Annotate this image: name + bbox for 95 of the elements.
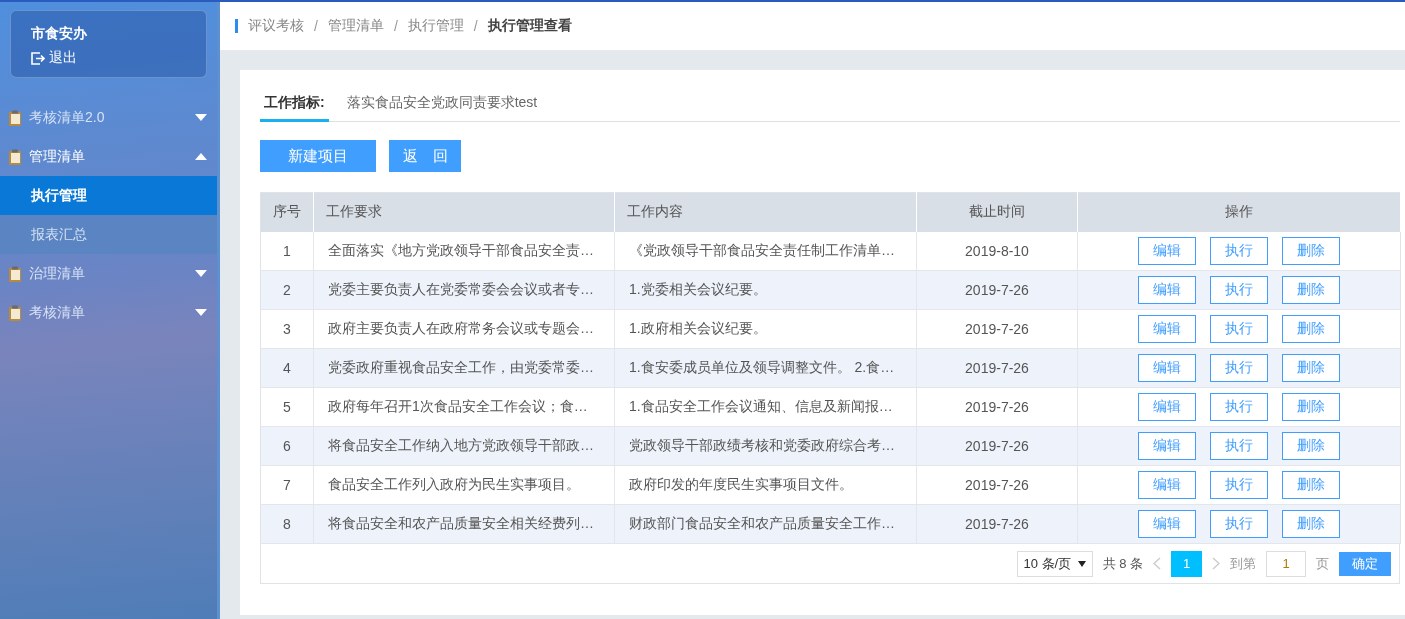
action-button[interactable]: 删除 [1282,354,1340,382]
clipboard-icon [8,265,23,282]
clipboard-icon [8,148,23,165]
table-cell: 《党政领导干部食品安全责任制工作清单… [614,231,917,271]
table-cell: 财政部门食品安全和农产品质量安全工作… [614,504,917,544]
new-project-button[interactable]: 新建项目 [260,140,376,172]
submenu-item[interactable]: 报表汇总 [0,215,217,254]
action-button[interactable]: 编辑 [1138,510,1196,538]
action-button[interactable]: 删除 [1282,432,1340,460]
table-cell: 7 [260,465,314,505]
dropdown-arrow-icon [1077,560,1086,567]
tab[interactable]: 工作指标: [260,87,329,122]
menu-item[interactable]: 考核清单 [0,293,217,332]
action-button[interactable]: 执行 [1210,236,1268,265]
table-cell: 2019-7-26 [916,465,1078,505]
table-cell: 6 [260,426,314,466]
page-size-select[interactable]: 10 条/页 [1016,550,1093,577]
table-cell: 1.政府相关会议纪要。 [614,309,917,349]
action-button[interactable]: 编辑 [1138,236,1196,265]
table-cell: 食品安全工作列入政府为民生实事项目。 [313,465,615,505]
table-cell: 4 [260,348,314,388]
table-cell: 全面落实《地方党政领导干部食品安全责… [313,231,615,271]
clipboard-icon [8,109,23,126]
breadcrumb-separator: / [314,18,318,34]
page-button[interactable]: 1 [1171,550,1202,577]
action-button[interactable]: 编辑 [1138,432,1196,460]
action-button[interactable]: 执行 [1210,471,1268,499]
page-unit: 页 [1316,554,1329,573]
action-button[interactable]: 编辑 [1138,276,1196,304]
breadcrumb-separator: / [393,18,398,34]
column-header: 工作要求 [313,192,615,232]
table-cell: 政府每年召开1次食品安全工作会议；食… [313,387,615,427]
table-cell: 将食品安全和农产品质量安全相关经费列… [313,504,615,544]
breadcrumb-item: 执行管理查看 [487,17,572,35]
table-cell: 2019-7-26 [916,426,1078,466]
action-button[interactable]: 编辑 [1138,354,1196,382]
chevron-right-icon[interactable] [1212,557,1220,570]
logout-link[interactable]: 退出 [31,49,77,67]
action-button[interactable]: 执行 [1210,276,1268,304]
table-cell: 2019-8-10 [916,231,1078,271]
chevron-left-icon[interactable] [1153,557,1161,570]
action-button[interactable]: 删除 [1282,236,1340,265]
menu-item[interactable]: 管理清单 [0,137,217,176]
table-cell: 党委政府重视食品安全工作，由党委常委… [313,348,615,388]
action-button[interactable]: 编辑 [1138,471,1196,499]
table-cell: 1.党委相关会议纪要。 [614,270,917,310]
action-button[interactable]: 执行 [1210,315,1268,343]
total-count: 共 8 条 [1102,554,1143,573]
indicator-text: 落实食品安全党政同责要求test [346,94,538,112]
breadcrumb-item[interactable]: 执行管理 [407,17,464,35]
table-cell: 2019-7-26 [916,309,1078,349]
action-button[interactable]: 执行 [1210,432,1268,460]
table-cell: 2019-7-26 [916,348,1078,388]
action-button[interactable]: 删除 [1282,471,1340,499]
clipboard-icon [8,304,23,321]
action-button[interactable]: 删除 [1282,315,1340,343]
menu-item[interactable]: 治理清单 [0,254,217,293]
action-button[interactable]: 执行 [1210,510,1268,538]
action-button[interactable]: 编辑 [1138,393,1196,421]
table-cell: 政府主要负责人在政府常务会议或专题会… [313,309,615,349]
action-button[interactable]: 删除 [1282,510,1340,538]
page-input[interactable]: 1 [1266,550,1306,577]
table-cell: 3 [260,309,314,349]
table-cell: 5 [260,387,314,427]
logout-icon [31,51,45,65]
table-cell: 2019-7-26 [916,387,1078,427]
table-cell: 1 [260,231,314,271]
table-cell: 党政领导干部政绩考核和党委政府综合考… [614,426,917,466]
breadcrumb-item[interactable]: 评议考核 [248,17,304,35]
column-header: 操作 [1077,192,1401,232]
action-button[interactable]: 执行 [1210,354,1268,382]
table-cell: 2 [260,270,314,310]
breadcrumb-separator: / [473,18,478,34]
table-cell: 2019-7-26 [916,504,1078,544]
confirm-button[interactable]: 确定 [1339,551,1391,576]
submenu-item[interactable]: 执行管理 [0,176,217,215]
table-cell: 党委主要负责人在党委常委会会议或者专… [313,270,615,310]
table-cell: 1.食安委成员单位及领导调整文件。 2.食… [614,348,917,388]
table-cell: 将食品安全工作纳入地方党政领导干部政… [313,426,615,466]
action-button[interactable]: 删除 [1282,393,1340,421]
table-cell: 政府印发的年度民生实事项目文件。 [614,465,917,505]
column-header: 截止时间 [916,192,1078,232]
action-button[interactable]: 删除 [1282,276,1340,304]
user-name: 市食安办 [31,25,88,43]
action-button[interactable]: 执行 [1210,393,1268,421]
table-cell: 8 [260,504,314,544]
goto-label: 到第 [1230,554,1256,573]
breadcrumb-item[interactable]: 管理清单 [327,17,384,35]
column-header: 序号 [260,192,314,232]
menu-item[interactable]: 考核清单2.0 [0,98,217,137]
table-cell: 2019-7-26 [916,270,1078,310]
column-header: 工作内容 [614,192,917,232]
back-button[interactable]: 返 回 [389,140,461,172]
table-cell: 1.食品安全工作会议通知、信息及新闻报… [614,387,917,427]
action-button[interactable]: 编辑 [1138,315,1196,343]
